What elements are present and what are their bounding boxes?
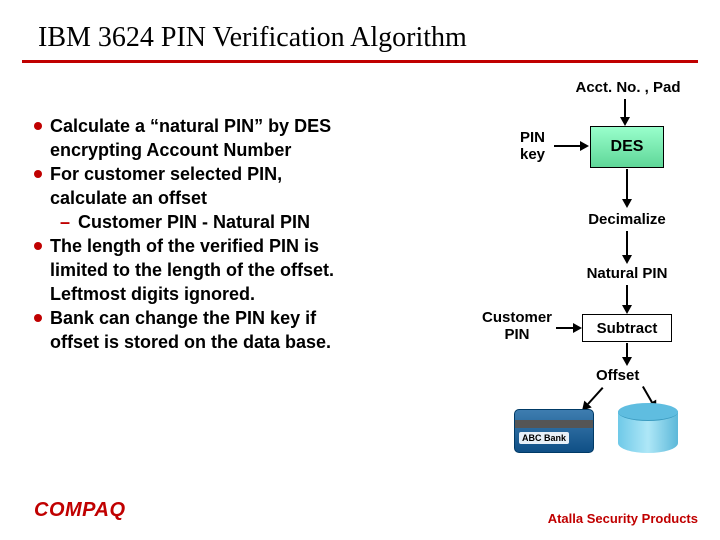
database-icon [618, 403, 678, 453]
bullet-text: Bank can change the PIN key if [50, 307, 316, 330]
label-pinkey: PIN key [520, 129, 545, 164]
label-natural: Natural PIN [572, 265, 682, 282]
bullet-text: offset is stored on the data base. [50, 331, 331, 354]
bank-card-icon: ABC Bank [514, 409, 594, 453]
label-customer: Customer PIN [482, 309, 552, 344]
bullet-text: calculate an offset [50, 187, 207, 210]
sub-dash: – [60, 212, 70, 233]
page-title: IBM 3624 PIN Verification Algorithm [0, 0, 720, 60]
bullet-dot [34, 314, 42, 322]
box-subtract: Subtract [582, 314, 672, 342]
footer-text: Atalla Security Products [548, 511, 698, 526]
bullet-dot [34, 122, 42, 130]
bullet-text: Calculate a “natural PIN” by DES [50, 115, 331, 138]
box-des: DES [590, 126, 664, 168]
label-acct: Acct. No. , Pad [558, 79, 698, 96]
label-decimalize: Decimalize [572, 211, 682, 228]
label-offset: Offset [596, 367, 639, 384]
sub-bullet-text: Customer PIN - Natural PIN [78, 212, 310, 233]
bank-card-label: ABC Bank [519, 432, 569, 444]
bullet-text: The length of the verified PIN is [50, 235, 319, 258]
content-area: Calculate a “natural PIN” by DES encrypt… [0, 63, 720, 499]
compaq-logo: COMPAQ [34, 499, 126, 522]
bullet-text: Leftmost digits ignored. [50, 283, 255, 306]
bullet-dot [34, 170, 42, 178]
bullet-list: Calculate a “natural PIN” by DES encrypt… [34, 79, 432, 499]
bullet-text: encrypting Account Number [50, 139, 291, 162]
bullet-text: For customer selected PIN, [50, 163, 282, 186]
bullet-text: limited to the length of the offset. [50, 259, 334, 282]
bullet-dot [34, 242, 42, 250]
diagram: Acct. No. , Pad PIN key DES Decimalize N… [432, 79, 706, 499]
